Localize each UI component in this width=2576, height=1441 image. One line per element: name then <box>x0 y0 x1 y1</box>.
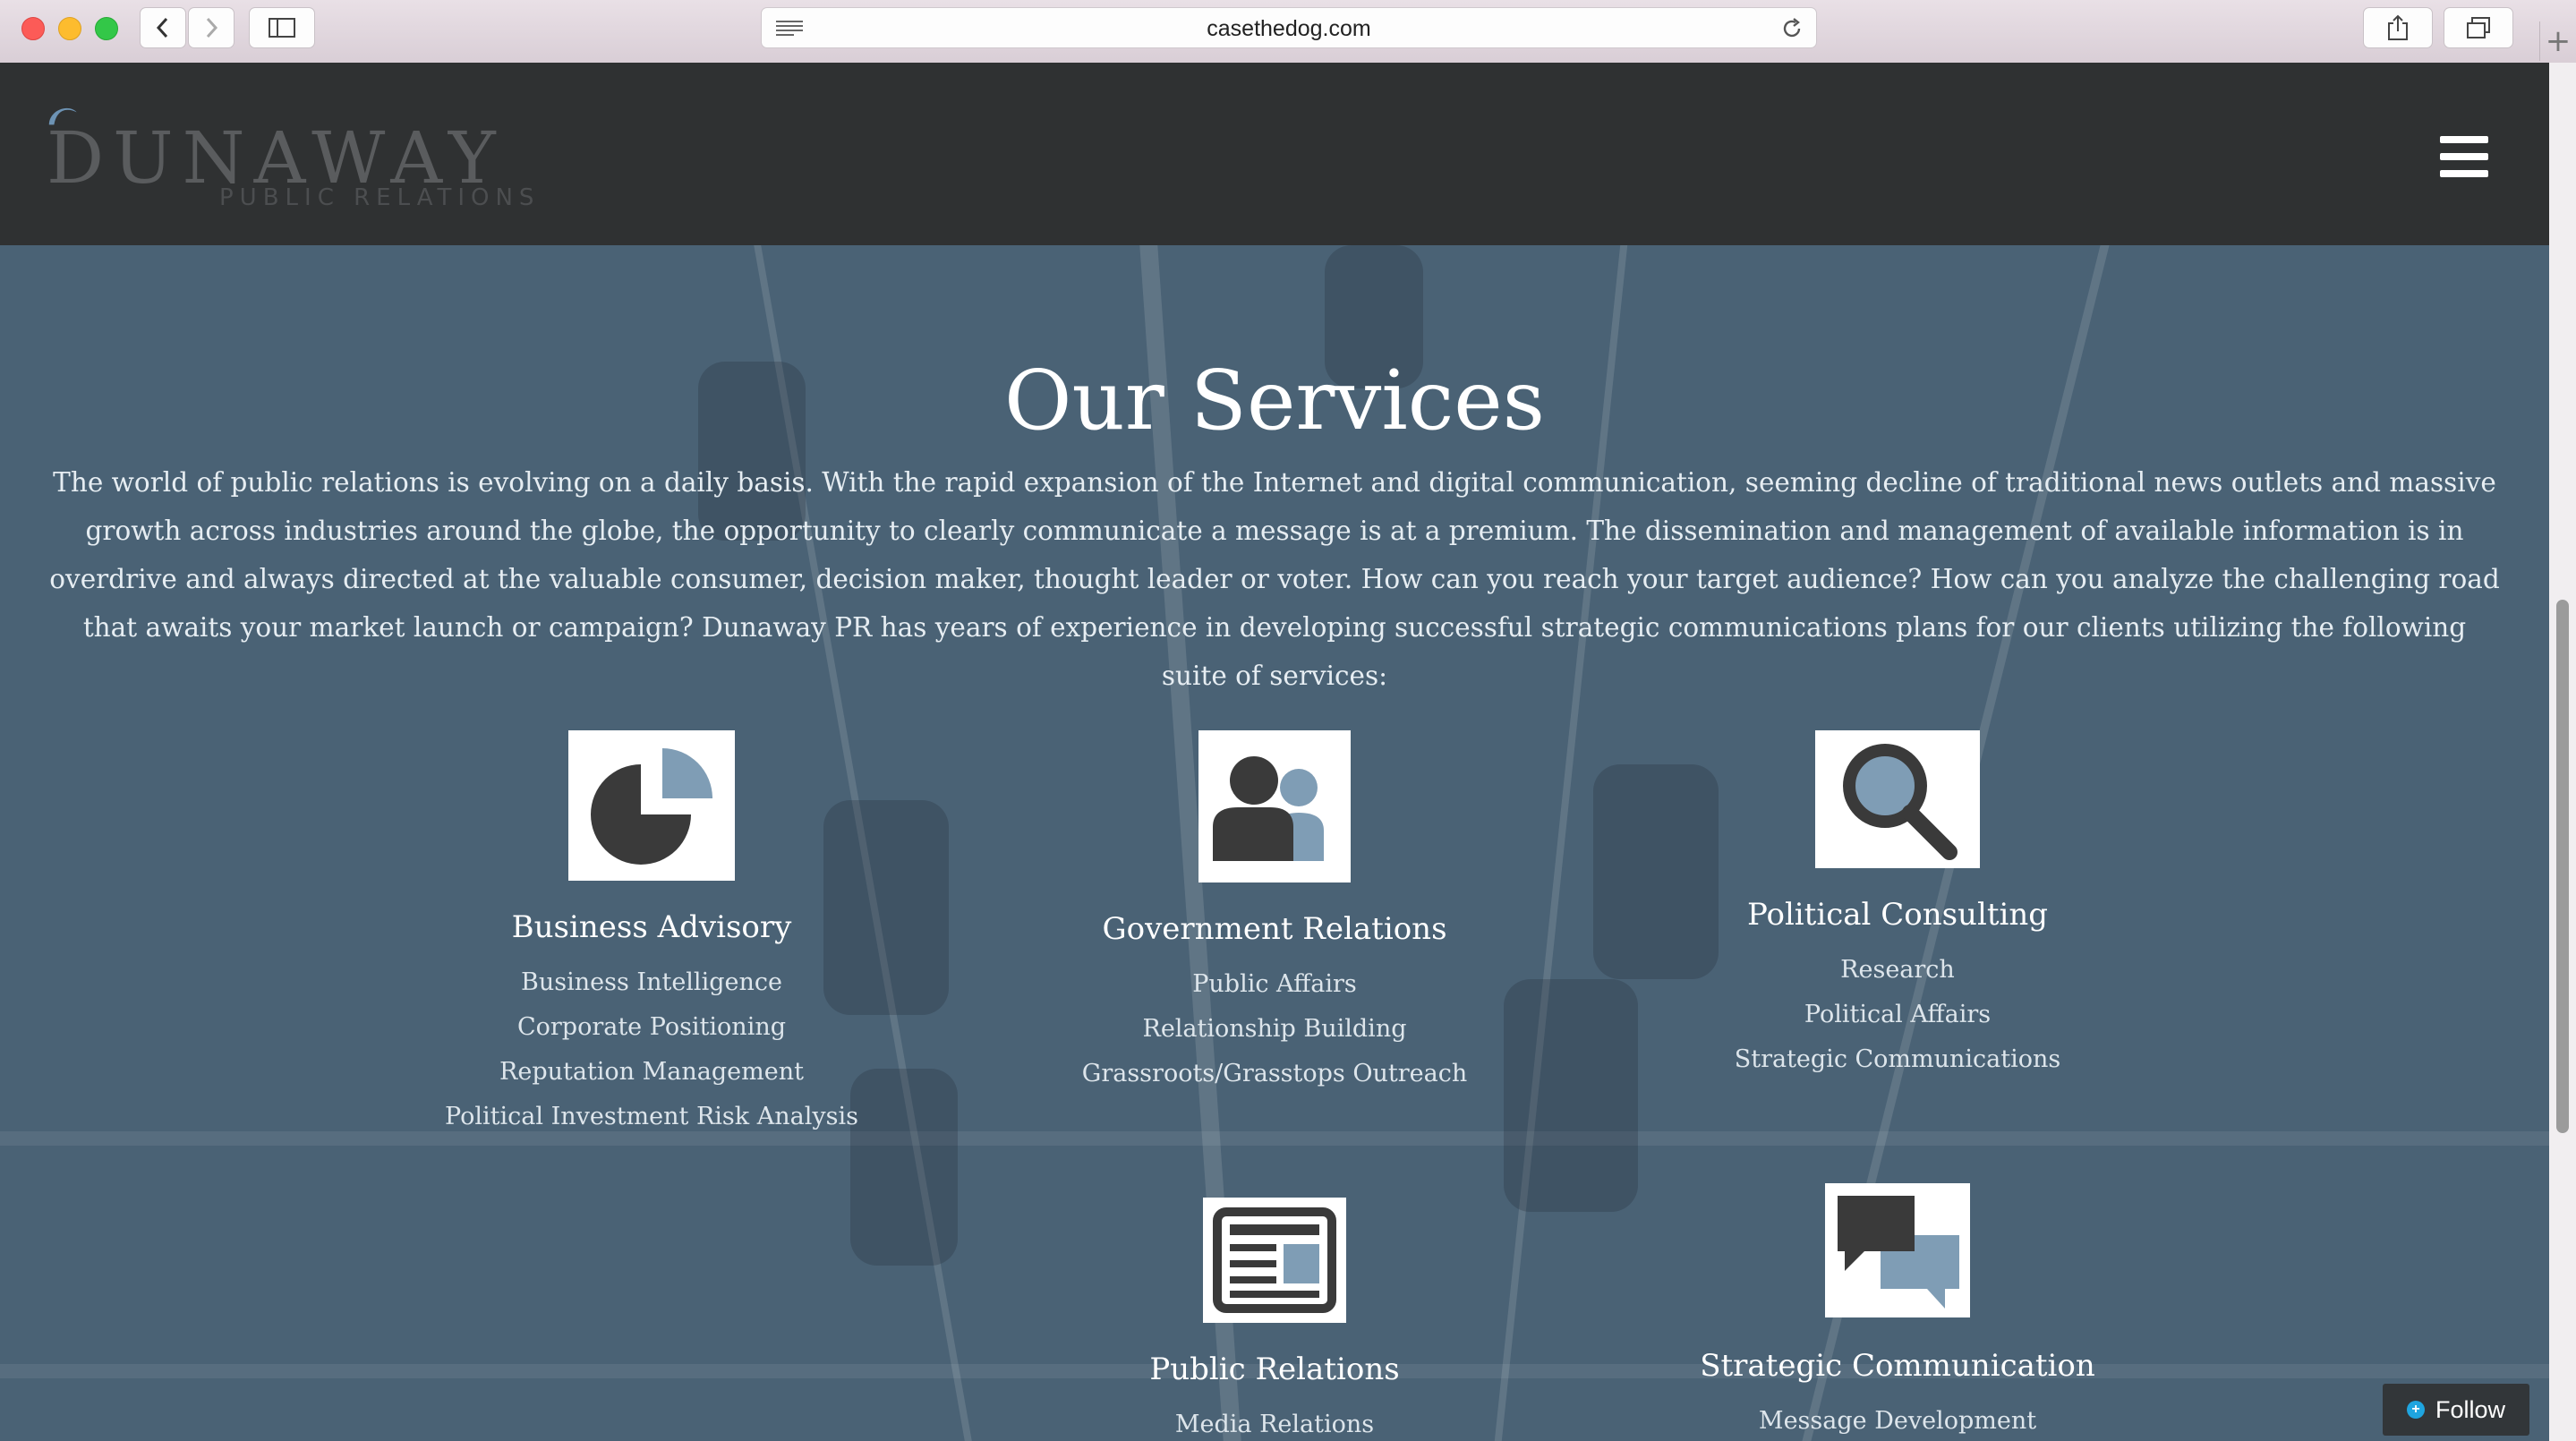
share-button[interactable] <box>2363 7 2433 48</box>
service-item: Message Development <box>1758 1407 2037 1435</box>
site-header: DUNAWAY PUBLIC RELATIONS <box>0 63 2549 245</box>
service-item: Grassroots/Grasstops Outreach <box>1081 1060 1468 1087</box>
service-item-list: Message Development <box>1674 1399 2121 1441</box>
close-window-button[interactable] <box>21 17 45 40</box>
service-title[interactable]: Political Consulting <box>1674 897 2121 933</box>
service-title[interactable]: Public Relations <box>1051 1351 1498 1387</box>
browser-toolbar: casethedog.com + <box>0 0 2576 64</box>
chevron-right-icon <box>206 17 218 38</box>
tabs-icon <box>2467 17 2490 38</box>
car-shape <box>1504 979 1638 1212</box>
service-public-relations: Public Relations Media Relations <box>1051 1198 1498 1441</box>
service-item: Relationship Building <box>1142 1015 1407 1043</box>
zoom-window-button[interactable] <box>95 17 118 40</box>
newspaper-icon[interactable] <box>1203 1198 1346 1323</box>
service-item: Reputation Management <box>499 1058 804 1086</box>
intro-paragraph: The world of public relations is evolvin… <box>49 467 2500 691</box>
scrollbar[interactable] <box>2549 63 2576 1441</box>
new-tab-button[interactable]: + <box>2539 21 2576 61</box>
service-strategic-communication: Strategic Communication Message Developm… <box>1674 1183 2121 1441</box>
service-item: Corporate Positioning <box>516 1013 787 1041</box>
tabs-overview-button[interactable] <box>2444 7 2513 48</box>
service-item: Business Intelligence <box>521 968 782 996</box>
service-item-list: Public Affairs Relationship Building Gra… <box>1051 962 1498 1096</box>
service-item: Public Affairs <box>1192 970 1357 998</box>
pie-chart-icon[interactable] <box>568 730 735 881</box>
magnifier-icon[interactable] <box>1815 730 1980 868</box>
hamburger-icon <box>2440 136 2488 143</box>
service-title[interactable]: Government Relations <box>1051 911 1498 947</box>
sidebar-toggle-button[interactable] <box>249 7 315 48</box>
service-item: Research <box>1840 956 1955 984</box>
service-item: Political Affairs <box>1804 1001 1992 1028</box>
scrollbar-thumb[interactable] <box>2556 600 2569 1133</box>
service-title[interactable]: Business Advisory <box>428 909 875 945</box>
menu-button[interactable] <box>2440 136 2488 177</box>
forward-button[interactable] <box>188 7 235 48</box>
speech-bubbles-icon[interactable] <box>1825 1183 1970 1317</box>
people-icon[interactable] <box>1198 730 1351 883</box>
service-item: Strategic Communications <box>1734 1045 2061 1073</box>
service-item: Political Investment Risk Analysis <box>445 1103 858 1130</box>
page-title: Our Services <box>1004 353 1545 448</box>
plus-icon: + <box>2406 1401 2425 1419</box>
reload-icon[interactable] <box>1780 17 1804 40</box>
url-text: casethedog.com <box>1207 16 1371 41</box>
service-item-list: Media Relations <box>1051 1403 1498 1441</box>
back-button[interactable] <box>140 7 186 48</box>
sidebar-icon <box>269 18 295 38</box>
follow-button[interactable]: + Follow <box>2383 1384 2529 1436</box>
service-item-list: Business Intelligence Corporate Position… <box>428 960 875 1139</box>
service-political-consulting: Political Consulting Research Political … <box>1674 730 2121 1142</box>
address-bar[interactable]: casethedog.com <box>761 7 1817 48</box>
share-icon <box>2388 14 2408 40</box>
service-title[interactable]: Strategic Communication <box>1674 1348 2121 1384</box>
service-item: Media Relations <box>1174 1411 1375 1438</box>
minimize-window-button[interactable] <box>58 17 81 40</box>
service-business-advisory: Business Advisory Business Intelligence … <box>428 730 875 1232</box>
services-section: Our Services The world of public relatio… <box>0 245 2549 1441</box>
service-item-list: Research Political Affairs Strategic Com… <box>1674 948 2121 1082</box>
logo-tagline: PUBLIC RELATIONS <box>219 184 541 211</box>
service-government-relations: Government Relations Public Affairs Rela… <box>1051 730 1498 1142</box>
follow-label: Follow <box>2435 1395 2506 1423</box>
chevron-left-icon <box>156 17 168 38</box>
